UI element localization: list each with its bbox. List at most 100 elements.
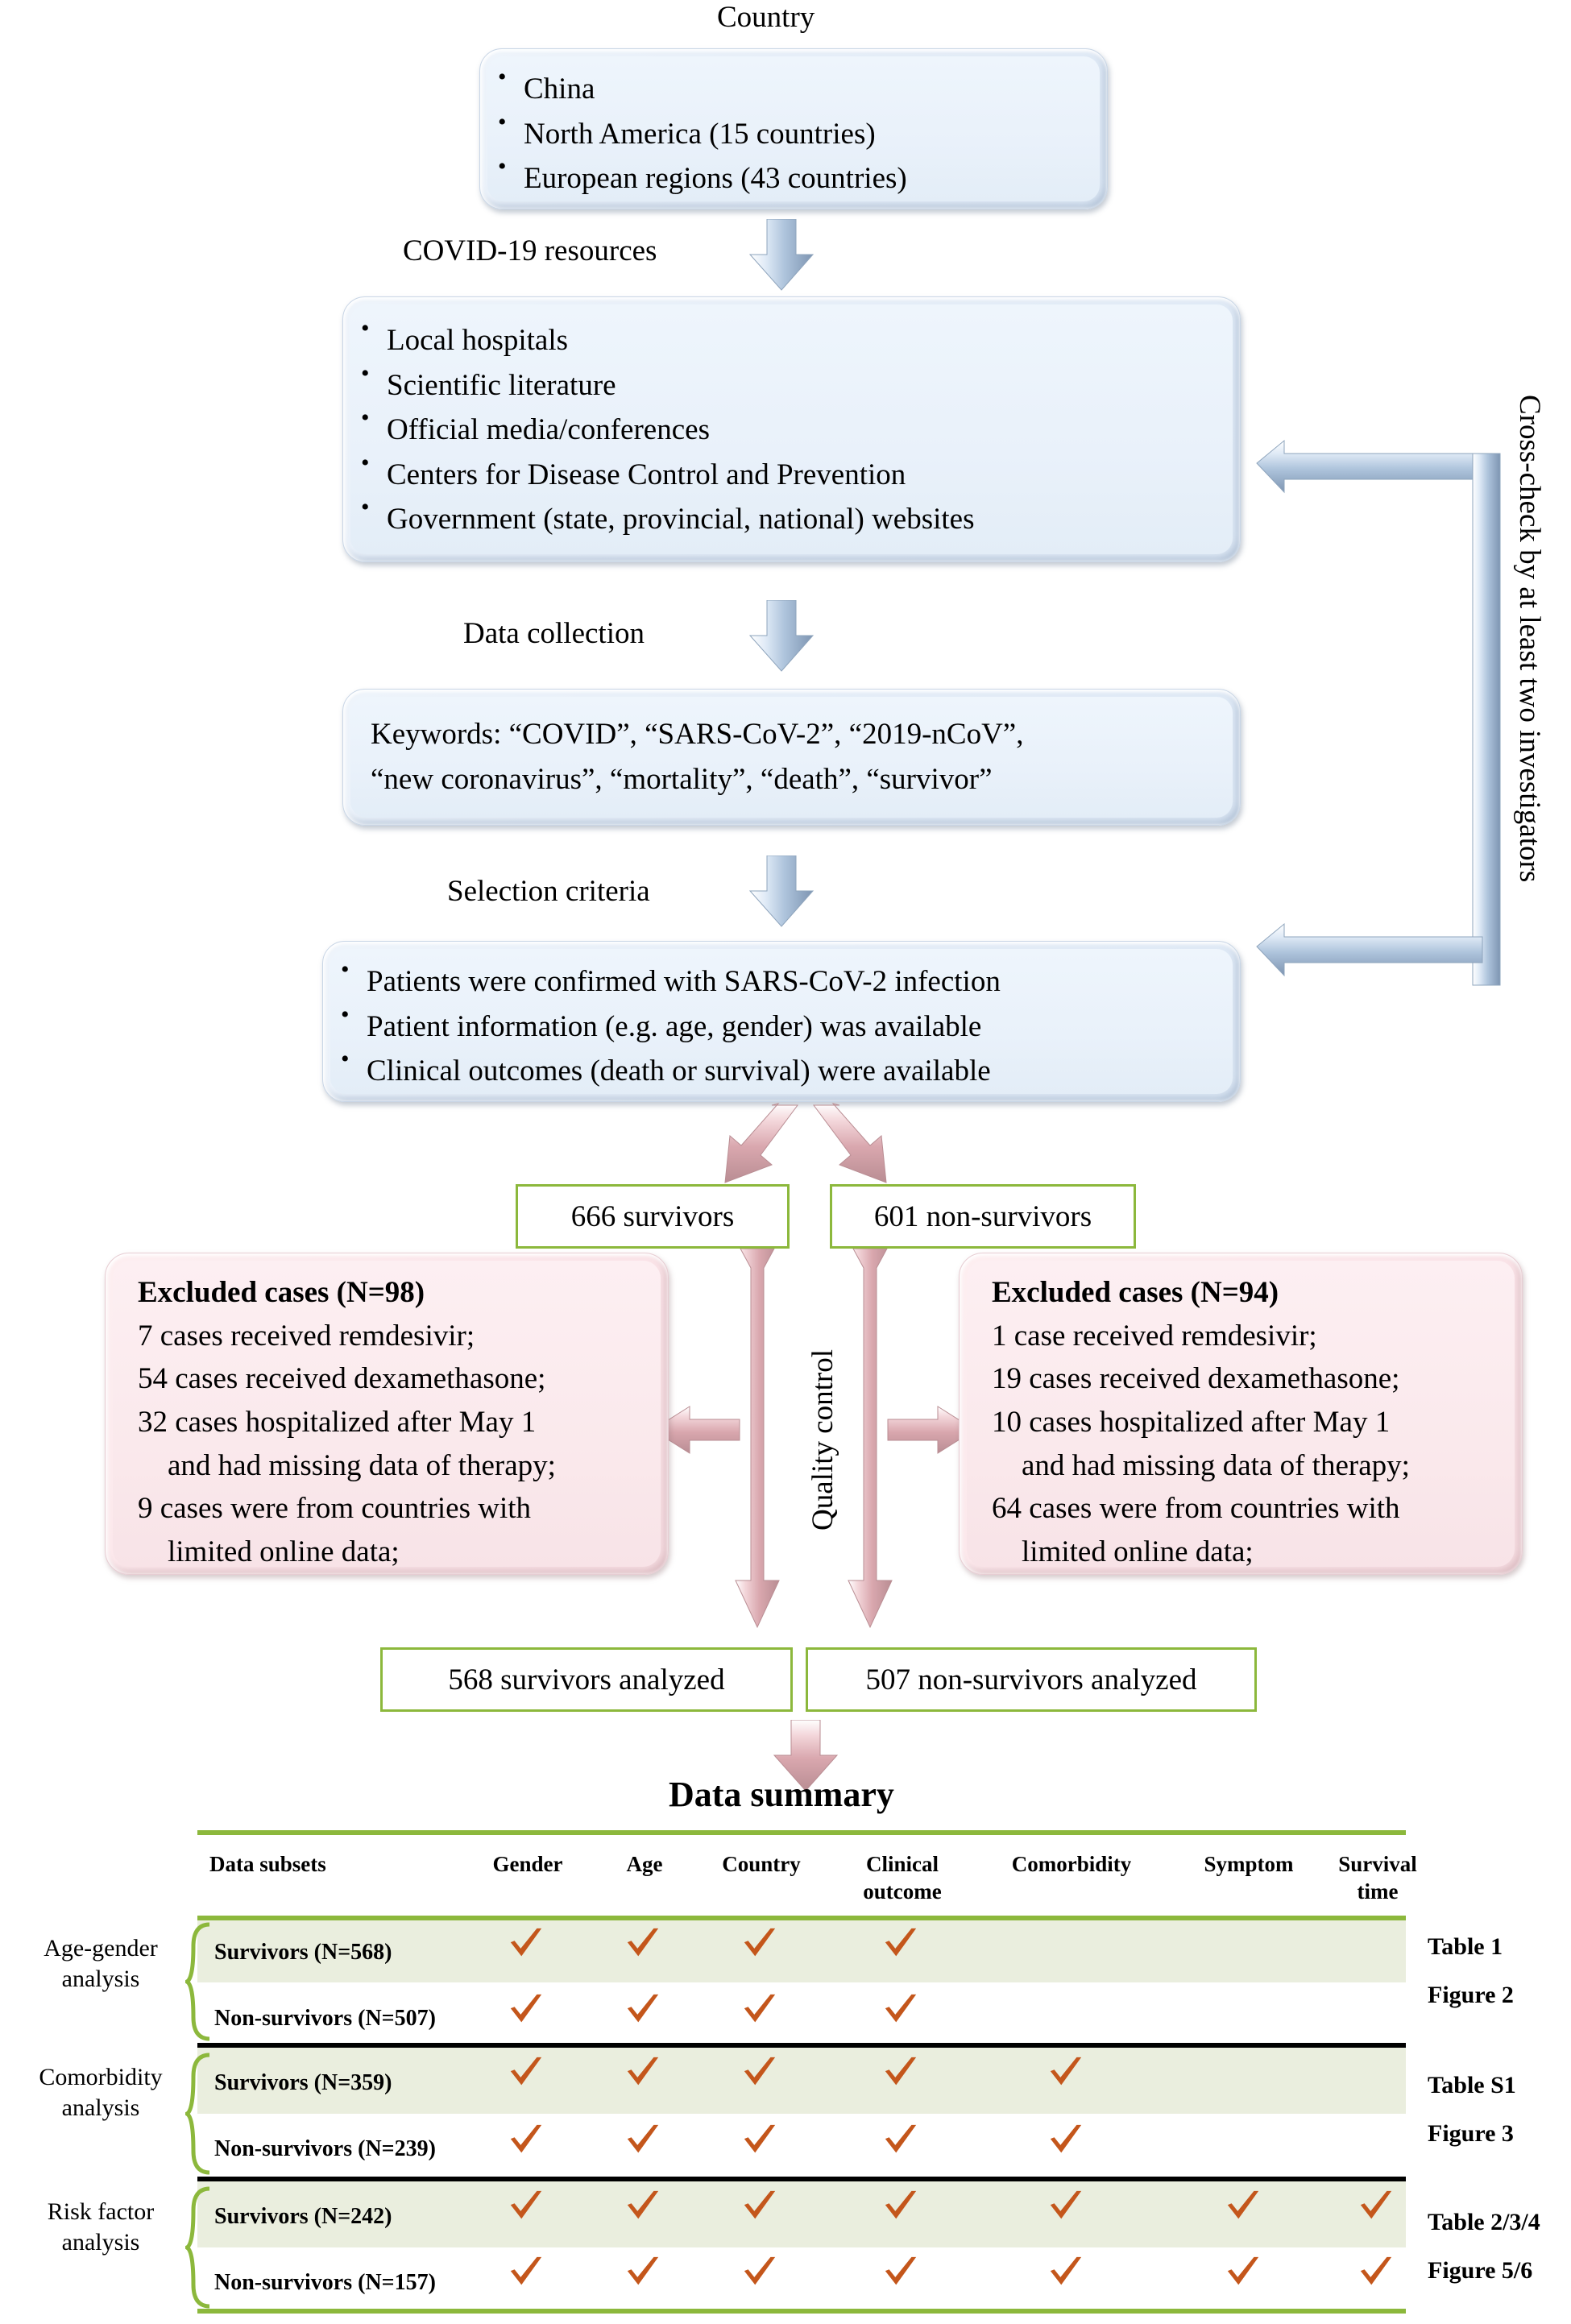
nonsurvivors-count-box: 601 non-survivors	[830, 1184, 1136, 1249]
table-reference: Figure 2	[1428, 1982, 1514, 2008]
table-col-header-gender: Gender	[492, 1852, 563, 1876]
check-icon	[1050, 2256, 1082, 2285]
group-brace-age-gender	[185, 1922, 210, 2041]
excluded-right-title: Excluded cases (N=94)	[992, 1276, 1279, 1309]
check-icon	[510, 2057, 542, 2086]
excluded-right-line: 1 case received remdesivir;	[992, 1319, 1317, 1353]
excluded-right-line: 19 cases received dexamethasone;	[992, 1362, 1400, 1396]
table-row-label: Non-survivors (N=157)	[214, 2270, 436, 2295]
check-icon	[627, 2124, 659, 2153]
check-icon	[1050, 2190, 1082, 2219]
group-label-age-gender: Age-gender analysis	[8, 1933, 193, 1994]
selection-criteria-label: Selection criteria	[447, 875, 650, 908]
excluded-left-line: 54 cases received dexamethasone;	[138, 1362, 546, 1396]
excluded-left-line: 9 cases were from countries with	[138, 1492, 532, 1526]
arrow-down-1	[748, 219, 815, 291]
criteria-item: Patient information (e.g. age, gender) w…	[323, 1003, 1240, 1050]
group-brace-risk-factor	[185, 2186, 210, 2309]
table-row-label: Survivors (N=359)	[214, 2070, 392, 2095]
table-col-header-age: Age	[626, 1852, 663, 1876]
country-item: North America (15 countries)	[480, 110, 1107, 157]
keywords-line-1: Keywords: “COVID”, “SARS-CoV-2”, “2019-n…	[371, 718, 1024, 751]
group-label-line-2: analysis	[61, 1965, 140, 1992]
check-icon	[627, 1994, 659, 2023]
group-label-line-1: Risk factor	[47, 2198, 155, 2225]
criteria-item: Patients were confirmed with SARS-CoV-2 …	[323, 958, 1240, 1005]
check-icon	[1360, 2190, 1392, 2219]
check-icon	[627, 2057, 659, 2086]
excluded-cases-right-box: Excluded cases (N=94) 1 case received re…	[959, 1253, 1523, 1575]
excluded-left-line: and had missing data of therapy;	[138, 1448, 556, 1482]
check-icon	[510, 1994, 542, 2023]
table-reference: Figure 5/6	[1428, 2257, 1533, 2284]
excluded-left-title: Excluded cases (N=98)	[138, 1276, 425, 1309]
check-icon	[627, 2190, 659, 2219]
group-label-comorbidity: Comorbidity analysis	[8, 2062, 193, 2123]
excluded-right-line: and had missing data of therapy;	[992, 1448, 1410, 1482]
excluded-left-line: 7 cases received remdesivir;	[138, 1319, 475, 1353]
survival-line-1: Survival	[1338, 1852, 1417, 1876]
table-col-header-country: Country	[722, 1852, 801, 1876]
table-col-header-comorbidity: Comorbidity	[1011, 1852, 1132, 1876]
group-label-line-1: Age-gender	[44, 1935, 158, 1962]
country-label: Country	[717, 1, 815, 34]
excluded-right-line: limited online data;	[992, 1535, 1254, 1568]
table-reference: Figure 3	[1428, 2120, 1514, 2147]
resources-box: Local hospitals Scientific literature Of…	[342, 296, 1241, 562]
table-top-rule	[197, 1830, 1406, 1835]
criteria-item: Clinical outcomes (death or survival) we…	[323, 1047, 1240, 1094]
check-icon	[744, 2256, 776, 2285]
split-arrow-left	[724, 1103, 798, 1183]
excluded-cases-left-box: Excluded cases (N=98) 7 cases received r…	[105, 1253, 669, 1575]
excluded-left-line: limited online data;	[138, 1535, 400, 1568]
check-icon	[510, 1928, 542, 1957]
nonsurvivors-analyzed-box: 507 non-survivors analyzed	[806, 1647, 1257, 1712]
table-reference: Table 1	[1428, 1933, 1503, 1960]
quality-control-label: Quality control	[806, 1348, 839, 1531]
clinical-line-1: Clinical	[865, 1852, 939, 1876]
table-row-label: Survivors (N=242)	[214, 2204, 392, 2229]
split-arrow-right	[813, 1103, 887, 1183]
excluded-right-line: 64 cases were from countries with	[992, 1492, 1400, 1526]
check-icon	[885, 2124, 917, 2153]
keywords-box: Keywords: “COVID”, “SARS-CoV-2”, “2019-n…	[342, 689, 1241, 826]
resource-item: Centers for Disease Control and Preventi…	[343, 451, 1240, 498]
check-icon	[885, 1994, 917, 2023]
check-icon	[1360, 2256, 1392, 2285]
table-reference: Table S1	[1428, 2072, 1516, 2098]
resource-item: Scientific literature	[343, 362, 1240, 408]
table-row-label: Non-survivors (N=507)	[214, 2006, 436, 2031]
check-icon	[744, 1994, 776, 2023]
check-icon	[744, 1928, 776, 1957]
covid-resources-label: COVID-19 resources	[403, 234, 657, 267]
table-reference: Table 2/3/4	[1428, 2209, 1540, 2235]
country-box: China North America (15 countries) Europ…	[479, 48, 1108, 209]
survivors-analyzed-box: 568 survivors analyzed	[380, 1647, 793, 1712]
check-icon	[885, 2256, 917, 2285]
keywords-line-2: “new coronavirus”, “mortality”, “death”,…	[371, 762, 993, 796]
resource-item: Official media/conferences	[343, 406, 1240, 453]
group-brace-comorbidity	[185, 2053, 210, 2175]
check-icon	[1227, 2256, 1259, 2285]
survival-line-2: time	[1357, 1879, 1399, 1904]
check-icon	[1050, 2057, 1082, 2086]
check-icon	[1227, 2190, 1259, 2219]
table-bottom-rule	[197, 2309, 1406, 2314]
group-label-line-2: analysis	[61, 2228, 140, 2256]
crosscheck-connector	[1256, 439, 1501, 986]
excluded-left-line: 32 cases hospitalized after May 1	[138, 1405, 537, 1439]
check-icon	[885, 1928, 917, 1957]
check-icon	[744, 2057, 776, 2086]
check-icon	[627, 2256, 659, 2285]
table-col-header-clinical-outcome: Clinical outcome	[830, 1851, 975, 1906]
table-col-header-survival-time: Survival time	[1305, 1851, 1450, 1906]
clinical-line-2: outcome	[863, 1879, 942, 1904]
arrow-down-3	[748, 855, 815, 927]
resource-item: Government (state, provincial, national)…	[343, 495, 1240, 542]
crosscheck-label: Cross-check by at least two investigator…	[1513, 395, 1546, 883]
check-icon	[885, 2057, 917, 2086]
group-label-line-1: Comorbidity	[39, 2064, 163, 2090]
data-summary-title: Data summary	[669, 1775, 894, 1814]
check-icon	[744, 2190, 776, 2219]
country-item: China	[480, 65, 1107, 112]
